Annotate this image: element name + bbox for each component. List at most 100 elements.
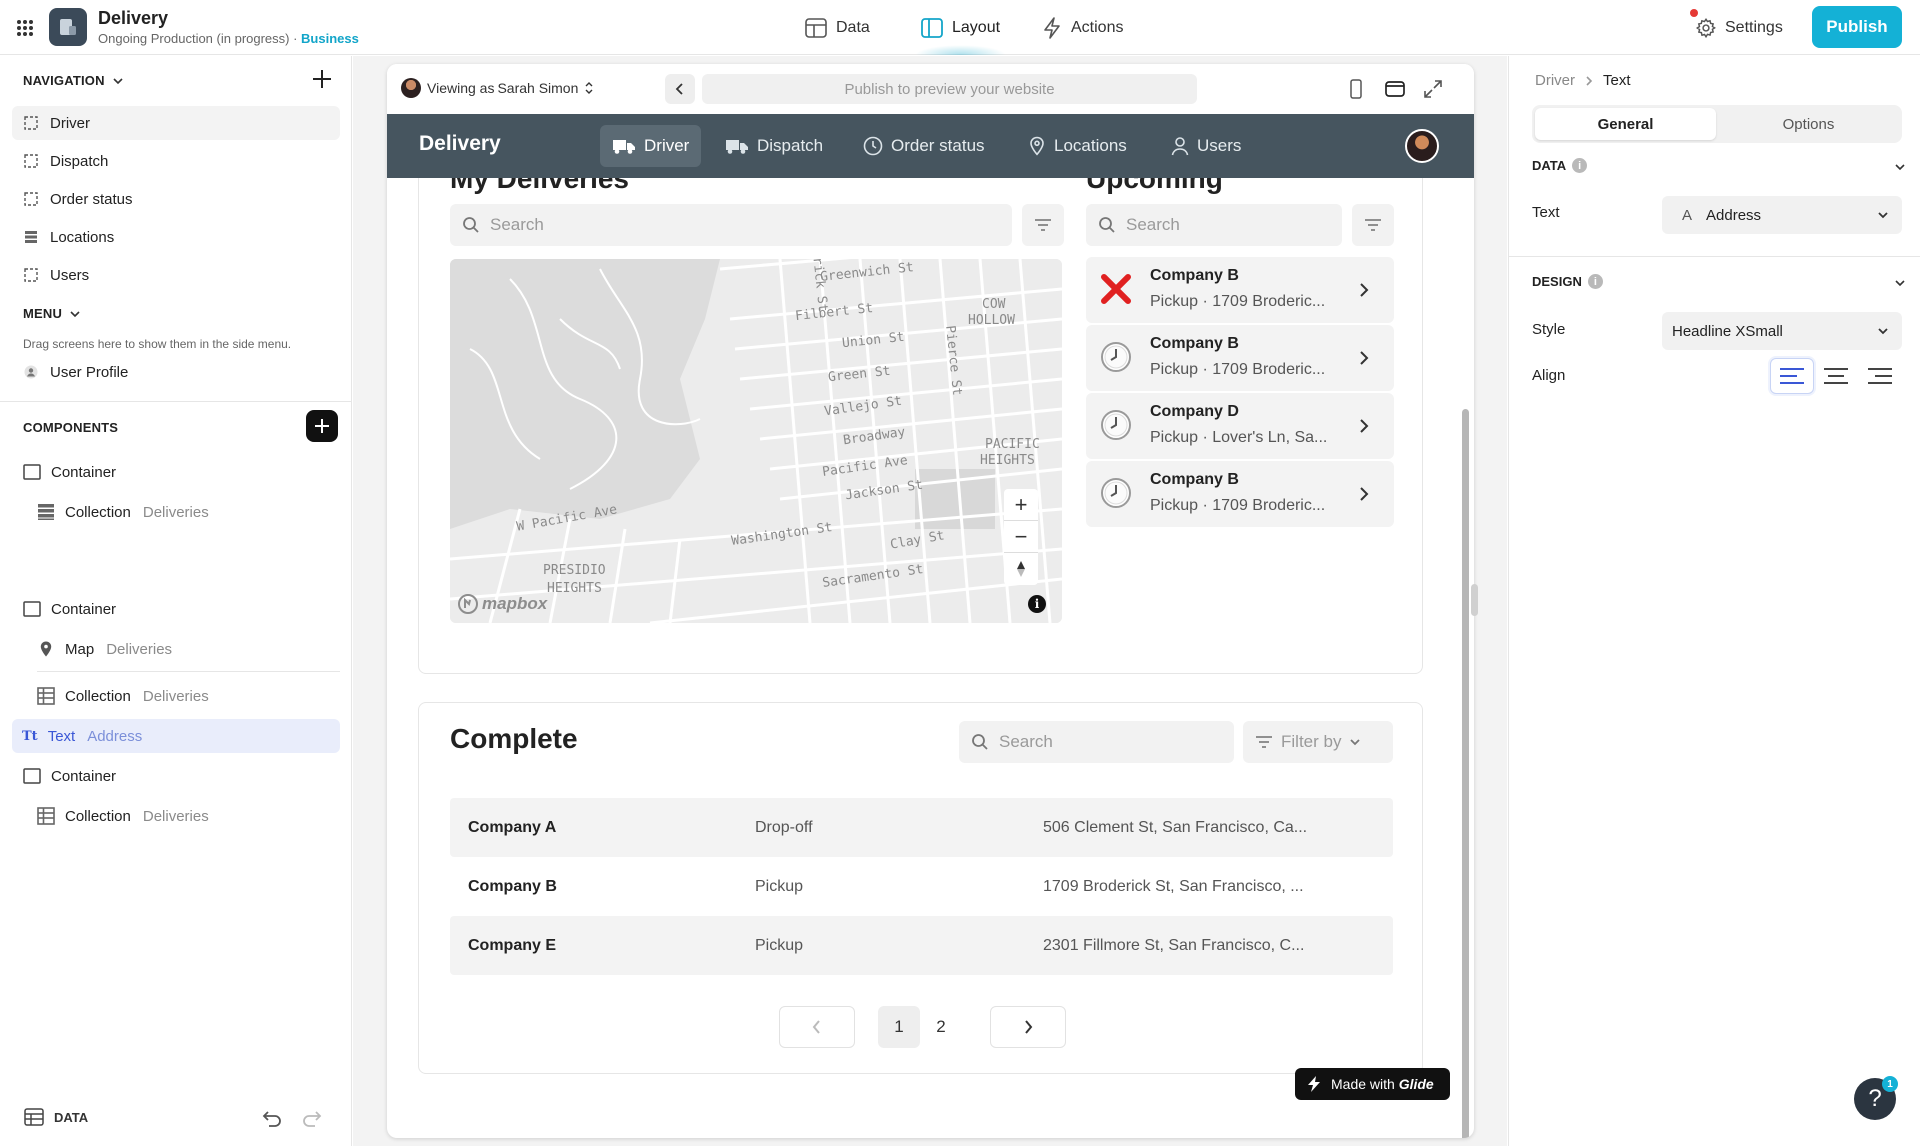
map-pin-icon — [40, 641, 52, 657]
menu-header[interactable]: MENU — [23, 306, 82, 321]
menu-item-user-profile[interactable]: User Profile — [12, 355, 340, 389]
component-source: Deliveries — [142, 687, 209, 705]
resize-handle[interactable] — [1471, 584, 1478, 616]
nav-item-order-status[interactable]: Order status — [12, 182, 340, 216]
info-icon[interactable]: i — [1028, 595, 1046, 613]
clock-icon — [1101, 342, 1131, 372]
tab-layout[interactable]: Layout — [914, 0, 1007, 55]
plan-badge[interactable]: Business — [301, 31, 359, 46]
search-placeholder: Search — [1126, 215, 1180, 234]
component-collection[interactable]: Collection Deliveries — [37, 799, 209, 833]
filter-button[interactable] — [1352, 204, 1394, 246]
list-icon — [25, 231, 37, 243]
component-collection[interactable]: Collection Deliveries — [37, 495, 209, 529]
upcoming-search-input[interactable]: Search — [1086, 204, 1342, 246]
gear-icon — [1695, 17, 1716, 38]
preview-scrollbar[interactable] — [1462, 409, 1469, 1138]
search-icon — [463, 217, 479, 233]
back-button[interactable] — [665, 74, 695, 104]
navigation-header[interactable]: NAVIGATION — [23, 73, 125, 88]
compass-button[interactable] — [1004, 553, 1038, 585]
zoom-out-button[interactable]: − — [1004, 521, 1038, 553]
app-content[interactable]: My Deliveries Upcoming Search Search Gre… — [387, 178, 1474, 1138]
viewing-as-selector[interactable]: Viewing as Sarah Simon — [401, 78, 594, 98]
panel-tabs: General Options — [1532, 105, 1902, 143]
list-item[interactable]: Company B Pickup · 1709 Broderic... — [1086, 257, 1394, 323]
info-icon[interactable]: i — [1572, 158, 1588, 173]
list-item[interactable]: Company D Pickup · Lover's Ln, Sa... — [1086, 393, 1394, 459]
list-item[interactable]: Company B Pickup · 1709 Broderic... — [1086, 325, 1394, 391]
align-right-icon — [1868, 368, 1892, 384]
app-tab-order-status[interactable]: Order status — [851, 125, 997, 167]
app-tab-locations[interactable]: Locations — [1016, 125, 1139, 167]
tab-options[interactable]: Options — [1718, 108, 1899, 140]
delivery-detail: Pickup · 1709 Broderic... — [1150, 497, 1326, 514]
add-component-button[interactable] — [306, 410, 338, 442]
screen-icon — [24, 116, 38, 130]
apps-grid-icon[interactable] — [14, 17, 36, 39]
expand-icon[interactable] — [1422, 78, 1444, 100]
page-button[interactable]: 2 — [920, 1006, 962, 1048]
undo-icon[interactable] — [260, 1106, 284, 1130]
style-select[interactable]: Headline XSmall — [1662, 312, 1902, 350]
nav-item-dispatch[interactable]: Dispatch — [12, 144, 340, 178]
text-source-select[interactable]: A Address — [1662, 196, 1902, 234]
component-container[interactable]: Container — [23, 592, 116, 626]
viewer-name: Sarah Simon — [497, 80, 579, 96]
row-type: Drop-off — [755, 818, 813, 836]
company-name: Company B — [1150, 335, 1239, 352]
zoom-in-button[interactable]: + — [1004, 489, 1038, 521]
nav-item-driver[interactable]: Driver — [12, 106, 340, 140]
publish-button[interactable]: Publish — [1812, 6, 1902, 48]
chevron-down-icon[interactable] — [1893, 276, 1907, 290]
add-screen-button[interactable] — [310, 67, 334, 91]
chevron-down-icon — [1878, 212, 1888, 219]
made-with-glide-badge[interactable]: Made with Glide — [1295, 1068, 1450, 1100]
app-tab-dispatch[interactable]: Dispatch — [713, 125, 835, 167]
app-logo[interactable] — [49, 8, 87, 46]
mobile-view-icon[interactable] — [1345, 78, 1367, 100]
component-container[interactable]: Container — [23, 759, 116, 793]
table-row[interactable]: Company A Drop-off 506 Clement St, San F… — [450, 798, 1393, 857]
component-map[interactable]: Map Deliveries — [37, 632, 172, 666]
component-container[interactable]: Container — [23, 455, 116, 489]
align-center-button[interactable] — [1814, 358, 1858, 394]
complete-search-input[interactable]: Search — [959, 721, 1234, 763]
filter-button[interactable] — [1022, 204, 1064, 246]
nav-item-locations[interactable]: Locations — [12, 220, 340, 254]
data-editor-button[interactable]: DATA — [24, 1108, 88, 1126]
list-item[interactable]: Company B Pickup · 1709 Broderic... — [1086, 461, 1394, 527]
tablet-view-icon[interactable] — [1384, 78, 1406, 100]
redo-icon[interactable] — [300, 1106, 324, 1130]
filter-icon — [1256, 736, 1272, 748]
preview-url-bar[interactable]: Publish to preview your website — [702, 74, 1197, 104]
align-left-button[interactable] — [1770, 358, 1814, 394]
tab-general[interactable]: General — [1535, 108, 1716, 140]
align-right-button[interactable] — [1858, 358, 1902, 394]
tab-actions[interactable]: Actions — [1042, 0, 1123, 55]
prev-page-button[interactable] — [779, 1006, 855, 1048]
filter-by-dropdown[interactable]: Filter by — [1243, 721, 1393, 763]
nav-item-users[interactable]: Users — [12, 258, 340, 292]
table-row[interactable]: Company B Pickup 1709 Broderick St, San … — [450, 857, 1393, 916]
text-field-label: Text — [1532, 204, 1560, 221]
tab-data[interactable]: Data — [805, 0, 870, 55]
page-button[interactable]: 1 — [878, 1006, 920, 1048]
component-text[interactable]: Tt Text Address — [12, 719, 340, 753]
breadcrumb-parent[interactable]: Driver — [1535, 72, 1575, 89]
screen-icon — [24, 268, 38, 282]
deliveries-map[interactable]: Greenwich St Filbert St COW HOLLOW Union… — [450, 259, 1062, 623]
next-page-button[interactable] — [990, 1006, 1066, 1048]
style-label: Style — [1532, 321, 1566, 338]
chevron-down-icon[interactable] — [1893, 160, 1907, 174]
table-row[interactable]: Company E Pickup 2301 Fillmore St, San F… — [450, 916, 1393, 975]
profile-avatar[interactable] — [1405, 129, 1439, 163]
map-attribution[interactable]: mapbox — [457, 593, 547, 615]
info-icon[interactable]: i — [1587, 274, 1603, 289]
app-tab-users[interactable]: Users — [1159, 125, 1253, 167]
deliveries-search-input[interactable]: Search — [450, 204, 1012, 246]
component-collection[interactable]: Collection Deliveries — [37, 679, 209, 713]
app-tab-driver[interactable]: Driver — [600, 125, 702, 167]
row-company: Company E — [468, 936, 557, 954]
settings-button[interactable]: Settings — [1695, 0, 1783, 55]
